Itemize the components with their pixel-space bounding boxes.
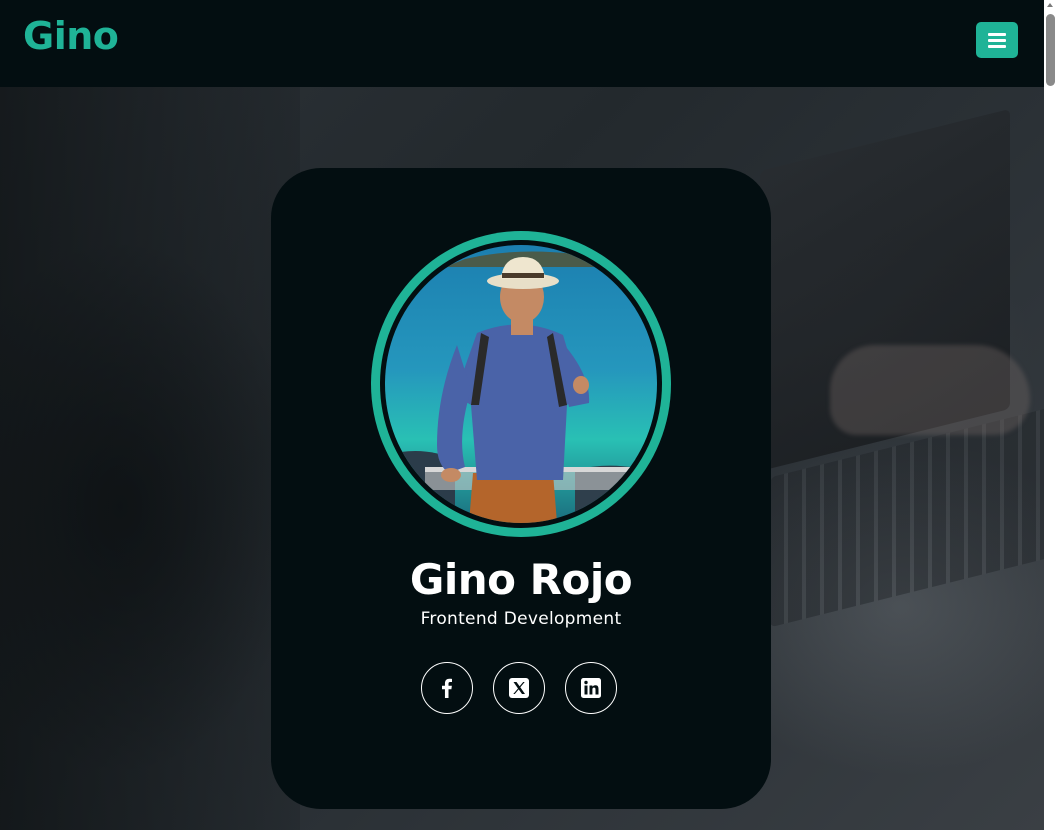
profile-name: Gino Rojo	[409, 555, 633, 604]
scrollbar-thumb[interactable]	[1046, 14, 1055, 86]
page-scrollbar[interactable]	[1044, 0, 1057, 830]
site-logo[interactable]: Gino	[23, 14, 119, 58]
page: Gino Gino Rojo Frontend Development	[0, 0, 1057, 830]
social-links	[421, 662, 621, 716]
x-twitter-link[interactable]	[493, 662, 545, 714]
site-header: Gino	[0, 0, 1044, 87]
avatar-photo	[385, 245, 657, 523]
profile-card: Gino Rojo Frontend Development	[271, 168, 771, 809]
background-hand	[830, 345, 1030, 435]
background-person-silhouette	[0, 87, 300, 830]
x-twitter-icon	[509, 678, 529, 698]
avatar-ring	[371, 231, 671, 537]
hamburger-menu-icon	[988, 33, 1006, 36]
linkedin-link[interactable]	[565, 662, 617, 714]
facebook-link[interactable]	[421, 662, 473, 714]
facebook-icon	[442, 678, 452, 698]
hamburger-menu-button[interactable]	[976, 22, 1018, 58]
avatar	[385, 245, 657, 523]
linkedin-icon	[581, 678, 601, 698]
scroll-up-arrow-icon[interactable]	[1047, 3, 1053, 7]
profile-role: Frontend Development	[420, 609, 622, 629]
hamburger-menu-icon-bar	[988, 45, 1006, 48]
hamburger-menu-icon-bar	[988, 39, 1006, 42]
